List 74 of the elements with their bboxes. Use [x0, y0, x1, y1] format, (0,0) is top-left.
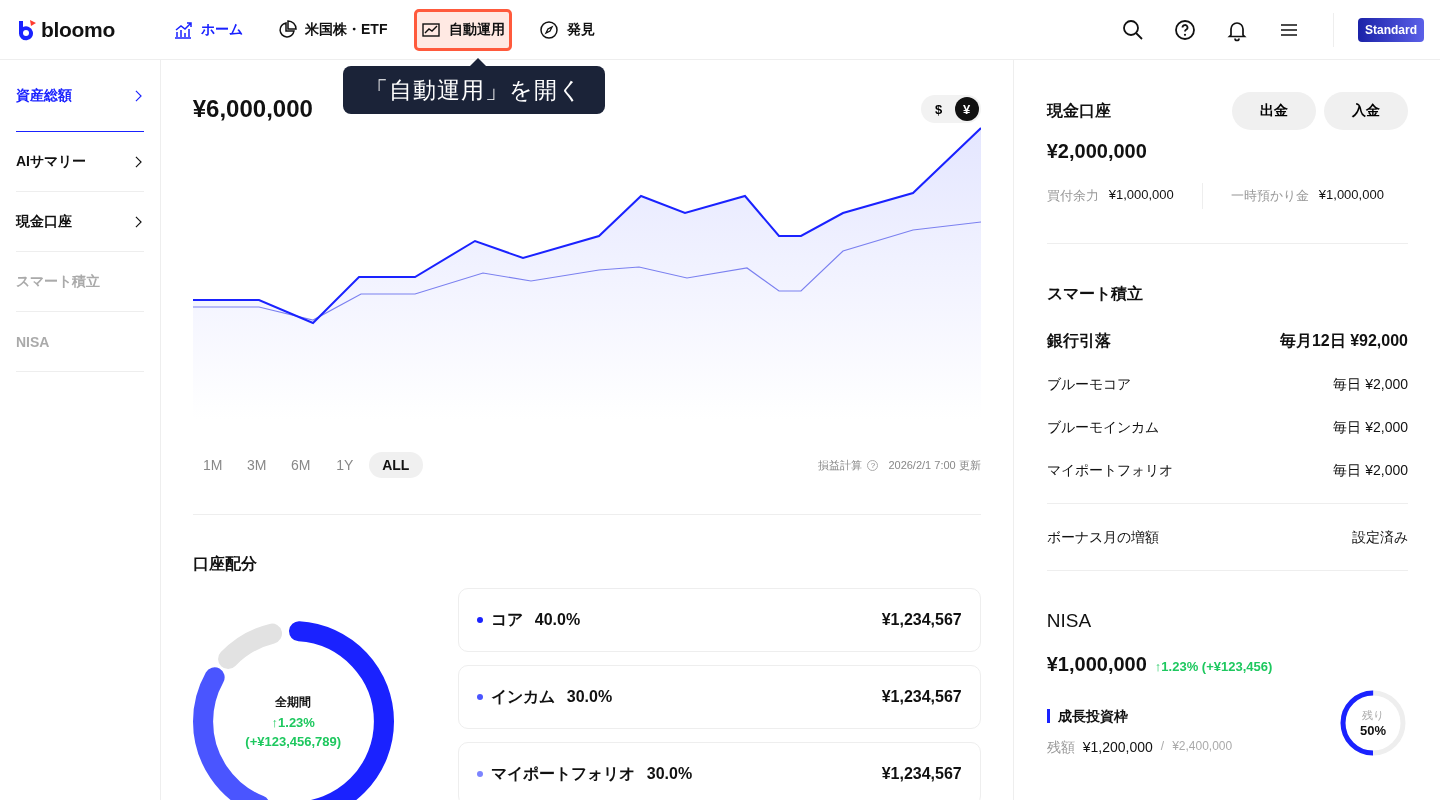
period-tab[interactable]: 3M — [236, 452, 277, 478]
plan-value: 毎日 ¥2,000 — [1333, 375, 1408, 394]
allocation-percent: 30.0% — [566, 688, 613, 706]
ring-label: 残り — [1362, 708, 1384, 723]
tooltip-pointer — [470, 58, 486, 66]
cash-button[interactable]: 入金 — [1324, 92, 1408, 130]
cash-amount: ¥2,000,000 — [1046, 140, 1148, 163]
nav-tab[interactable]: ホーム — [166, 8, 250, 51]
plan-label: 銀行引落 — [1046, 331, 1111, 351]
period-tab[interactable]: 1Y — [324, 452, 365, 478]
allocation-name: コア — [490, 609, 523, 630]
update-time: 2026/2/1 7:00 更新 — [888, 457, 981, 473]
allocation-percent: 40.0% — [534, 611, 581, 629]
section-title: 現金口座 — [1046, 101, 1111, 121]
currency-option[interactable]: $ — [926, 97, 951, 121]
allocation-name: マイポートフォリオ — [490, 763, 635, 784]
nisa-amount: ¥1,000,000 — [1046, 653, 1147, 676]
nisa-change: ↑1.23% (+¥123,456) — [1154, 659, 1273, 674]
ring-value: 50% — [1360, 723, 1386, 738]
period-tab[interactable]: ALL — [368, 452, 423, 478]
balance-value: ¥1,200,000 — [1082, 739, 1153, 757]
search-icon[interactable] — [1121, 17, 1145, 42]
chart-icon — [173, 19, 193, 40]
sidebar-item[interactable]: 資産総額 — [16, 60, 144, 132]
logo-icon — [16, 18, 38, 41]
chevron-right-icon — [134, 89, 142, 102]
allocation-card[interactable]: インカム 30.0% ¥1,234,567 — [457, 665, 981, 729]
period-tab[interactable]: 6M — [280, 452, 321, 478]
bonus-label: ボーナス月の増額 — [1046, 528, 1159, 547]
chevron-right-icon — [134, 155, 142, 168]
detail-value: ¥1,000,000 — [1318, 187, 1384, 204]
sidebar-item[interactable]: 現金口座 — [16, 192, 144, 252]
detail-label: 買付余力 — [1046, 187, 1099, 205]
help-icon[interactable] — [1173, 17, 1197, 42]
plan-value: 毎日 ¥2,000 — [1333, 418, 1408, 437]
plan-badge[interactable]: Standard — [1358, 17, 1424, 42]
limit-value: ¥2,400,000 — [1172, 739, 1233, 755]
allocation-percent: 30.0% — [646, 765, 693, 783]
plan-label: ブルーモインカム — [1046, 418, 1159, 437]
change-amount: (+¥123,456,789) — [245, 734, 342, 749]
plan-value: 毎月12日 ¥92,000 — [1279, 331, 1408, 351]
allocation-amount: ¥1,234,567 — [881, 688, 962, 706]
section-title: NISA — [1046, 609, 1093, 633]
detail-value: ¥1,000,000 — [1108, 187, 1174, 204]
change-percent: ↑1.23% — [271, 715, 315, 730]
currency-option[interactable]: ¥ — [954, 97, 979, 121]
note-label: 損益計算 — [818, 457, 863, 473]
pie-chart-icon — [277, 19, 297, 40]
bonus-value: 設定済み — [1352, 528, 1408, 547]
separator: / — [1160, 739, 1165, 755]
tooltip: 「自動運用」を開く — [343, 66, 605, 114]
plan-value: 毎日 ¥2,000 — [1333, 461, 1408, 480]
allocation-amount: ¥1,234,567 — [881, 765, 962, 783]
logo-text[interactable]: bloomo — [41, 17, 116, 42]
allocation-name: インカム — [490, 686, 555, 707]
plan-label: マイポートフォリオ — [1046, 461, 1173, 480]
nav-tab[interactable]: 発見 — [532, 8, 603, 51]
allocation-amount: ¥1,234,567 — [881, 611, 962, 629]
section-title: 口座配分 — [192, 554, 258, 574]
nav-tab[interactable]: 米国株・ETF — [270, 8, 395, 51]
balance-label: 残額 — [1046, 739, 1075, 757]
period-label: 全期間 — [275, 694, 312, 711]
allocation-card[interactable]: コア 40.0% ¥1,234,567 — [457, 588, 981, 652]
nav-tab[interactable]: 自動運用 — [414, 8, 513, 51]
section-title: スマート積立 — [1046, 284, 1144, 304]
sidebar-item[interactable]: AIサマリー — [16, 132, 144, 192]
progress-ring — [1338, 688, 1408, 758]
frame-title: 成長投資枠 — [1046, 709, 1233, 723]
plan-label: ブルーモコア — [1046, 375, 1131, 394]
chevron-right-icon — [134, 215, 142, 228]
total-amount: ¥6,000,000 — [192, 95, 313, 123]
compass-icon — [539, 19, 560, 40]
period-tab[interactable]: 1M — [192, 452, 233, 478]
cash-button[interactable]: 出金 — [1232, 92, 1316, 130]
